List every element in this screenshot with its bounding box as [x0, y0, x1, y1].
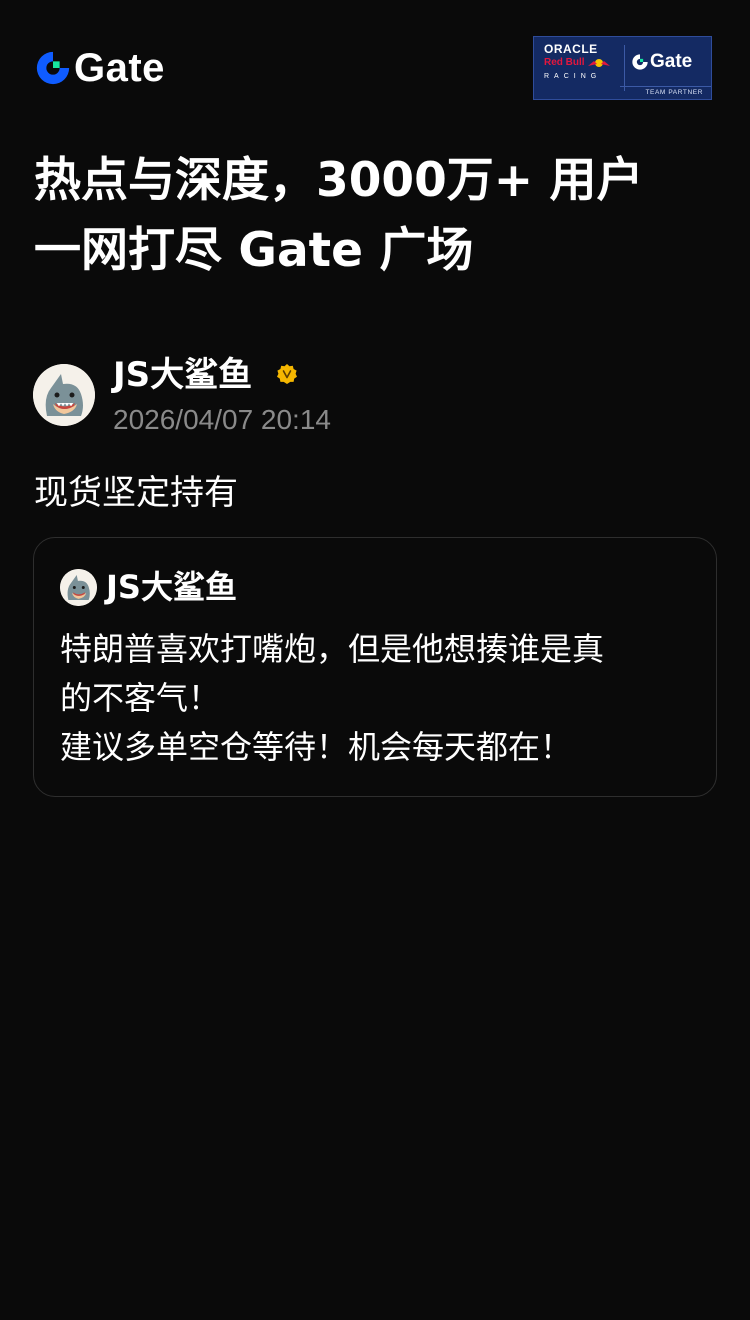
- oracle-text: ORACLE: [544, 42, 598, 56]
- gate-logo-text: Gate: [74, 46, 165, 90]
- quoted-author-name[interactable]: JS大鲨鱼: [106, 567, 237, 607]
- shark-avatar-small-icon: [60, 569, 97, 606]
- post-text: 现货坚定持有: [34, 473, 238, 513]
- badge-divider: [624, 45, 625, 91]
- quoted-post-card[interactable]: JS大鲨鱼 特朗普喜欢打嘴炮，但是他想揍谁是真 的不客气！ 建议多单空仓等待！机…: [33, 537, 717, 797]
- author-name[interactable]: JS大鲨鱼: [113, 355, 252, 395]
- team-partner-caption: TEAM PARTNER: [645, 89, 703, 96]
- team-partner-badge: ORACLE Red Bull RACING Gate TEAM PARTNER: [533, 36, 712, 100]
- post-timestamp: 2026/04/07 20:14: [113, 404, 331, 435]
- gate-small-icon: [632, 54, 648, 70]
- header: Gate ORACLE Red Bull RACING Gate TEAM PA…: [0, 0, 750, 110]
- headline-line-2: 一网打尽 Gate 广场: [34, 223, 474, 278]
- quoted-line-2: 的不客气！: [60, 679, 221, 717]
- badge-gate-logo: Gate: [631, 51, 692, 73]
- badge-rule: [620, 86, 711, 87]
- post-author-row: JS大鲨鱼 2026/04/07 20:14: [33, 355, 723, 445]
- page-headline: 热点与深度，3000万+ 用户 一网打尽 Gate 广场: [34, 146, 724, 286]
- quoted-line-3: 建议多单空仓等待！机会每天都在！: [60, 728, 573, 766]
- redbull-text: Red Bull: [544, 57, 585, 68]
- oracle-redbull-racing-logo: ORACLE Red Bull RACING: [544, 43, 622, 93]
- quoted-post-body: 特朗普喜欢打嘴炮，但是他想揍谁是真 的不客气！ 建议多单空仓等待！机会每天都在！: [60, 625, 700, 772]
- gate-logo[interactable]: Gate: [34, 46, 165, 90]
- badge-gate-text: Gate: [650, 51, 693, 72]
- verified-badge-icon: [277, 364, 297, 384]
- quoted-avatar[interactable]: [60, 569, 97, 606]
- headline-line-1: 热点与深度，3000万+ 用户: [34, 153, 644, 208]
- quoted-line-1: 特朗普喜欢打嘴炮，但是他想揍谁是真: [60, 630, 605, 668]
- racing-text: RACING: [544, 73, 602, 80]
- shark-avatar-icon: [33, 364, 95, 426]
- avatar[interactable]: [33, 364, 95, 426]
- gate-logo-icon: [36, 51, 70, 85]
- red-bull-icon: [587, 59, 610, 67]
